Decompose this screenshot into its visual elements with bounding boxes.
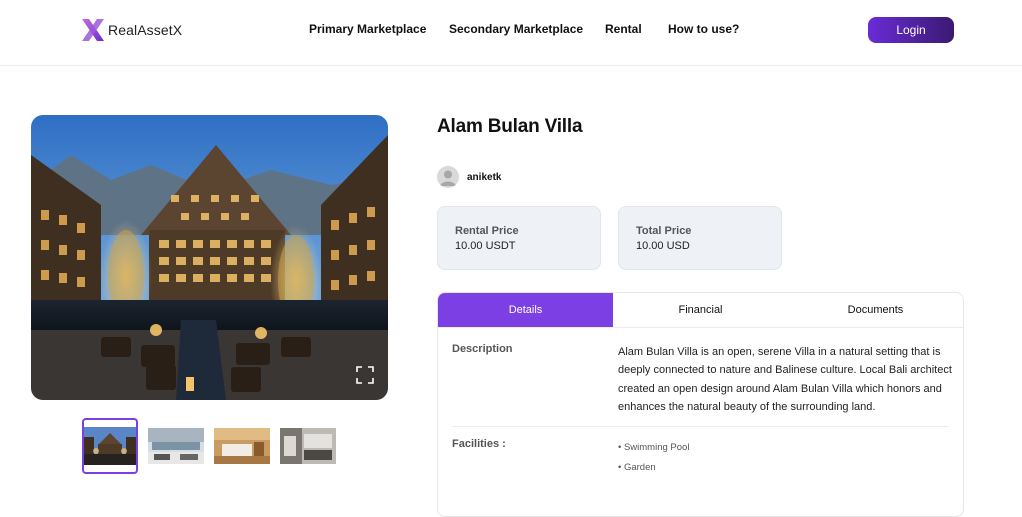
thumbnail-3-image: [214, 428, 270, 464]
nav-rental[interactable]: Rental: [605, 22, 642, 36]
top-navbar: RealAssetX Primary Marketplace Secondary…: [0, 0, 1022, 66]
description-label: Description: [452, 343, 513, 355]
rental-price-card: Rental Price 10.00 USDT: [437, 206, 601, 270]
x-logo-icon: [82, 19, 104, 41]
tab-financial[interactable]: Financial: [613, 293, 788, 327]
nav-how-to-use[interactable]: How to use?: [668, 22, 739, 36]
owner-name: aniketk: [467, 171, 502, 183]
thumbnail-1[interactable]: [82, 418, 138, 474]
nav-secondary-marketplace[interactable]: Secondary Marketplace: [449, 22, 583, 36]
total-price-value: 10.00 USD: [636, 240, 690, 252]
nav-primary-marketplace[interactable]: Primary Marketplace: [309, 22, 426, 36]
property-tabs-panel: Details Financial Documents Description …: [437, 292, 964, 517]
property-title: Alam Bulan Villa: [437, 116, 583, 137]
facility-item: • Swimming Pool: [618, 442, 690, 453]
total-price-card: Total Price 10.00 USD: [618, 206, 782, 270]
thumbnail-2-image: [148, 428, 204, 464]
rental-price-label: Rental Price: [455, 225, 519, 237]
facilities-label: Facilities :: [452, 438, 506, 450]
login-button[interactable]: Login: [868, 17, 954, 43]
image-thumbnails: [82, 418, 336, 474]
description-text: Alam Bulan Villa is an open, serene Vill…: [618, 346, 952, 413]
thumbnail-3[interactable]: [214, 418, 270, 474]
section-divider: [452, 426, 949, 427]
thumbnail-4[interactable]: [280, 418, 336, 474]
thumbnail-2[interactable]: [148, 418, 204, 474]
user-avatar-icon: [437, 166, 459, 188]
tab-bar: Details Financial Documents: [438, 293, 963, 328]
facility-item: • Garden: [618, 462, 656, 473]
brand-name: RealAssetX: [108, 22, 183, 38]
rental-price-value: 10.00 USDT: [455, 240, 516, 252]
total-price-label: Total Price: [636, 225, 692, 237]
property-main-image[interactable]: [31, 115, 388, 400]
brand-logo[interactable]: RealAssetX: [80, 17, 182, 43]
fullscreen-icon[interactable]: [356, 366, 374, 384]
tab-details[interactable]: Details: [438, 293, 613, 327]
thumbnail-4-image: [280, 428, 336, 464]
owner-info[interactable]: aniketk: [437, 166, 501, 188]
tab-documents[interactable]: Documents: [788, 293, 963, 327]
villa-photo: [31, 115, 388, 400]
thumbnail-1-image: [84, 427, 136, 465]
